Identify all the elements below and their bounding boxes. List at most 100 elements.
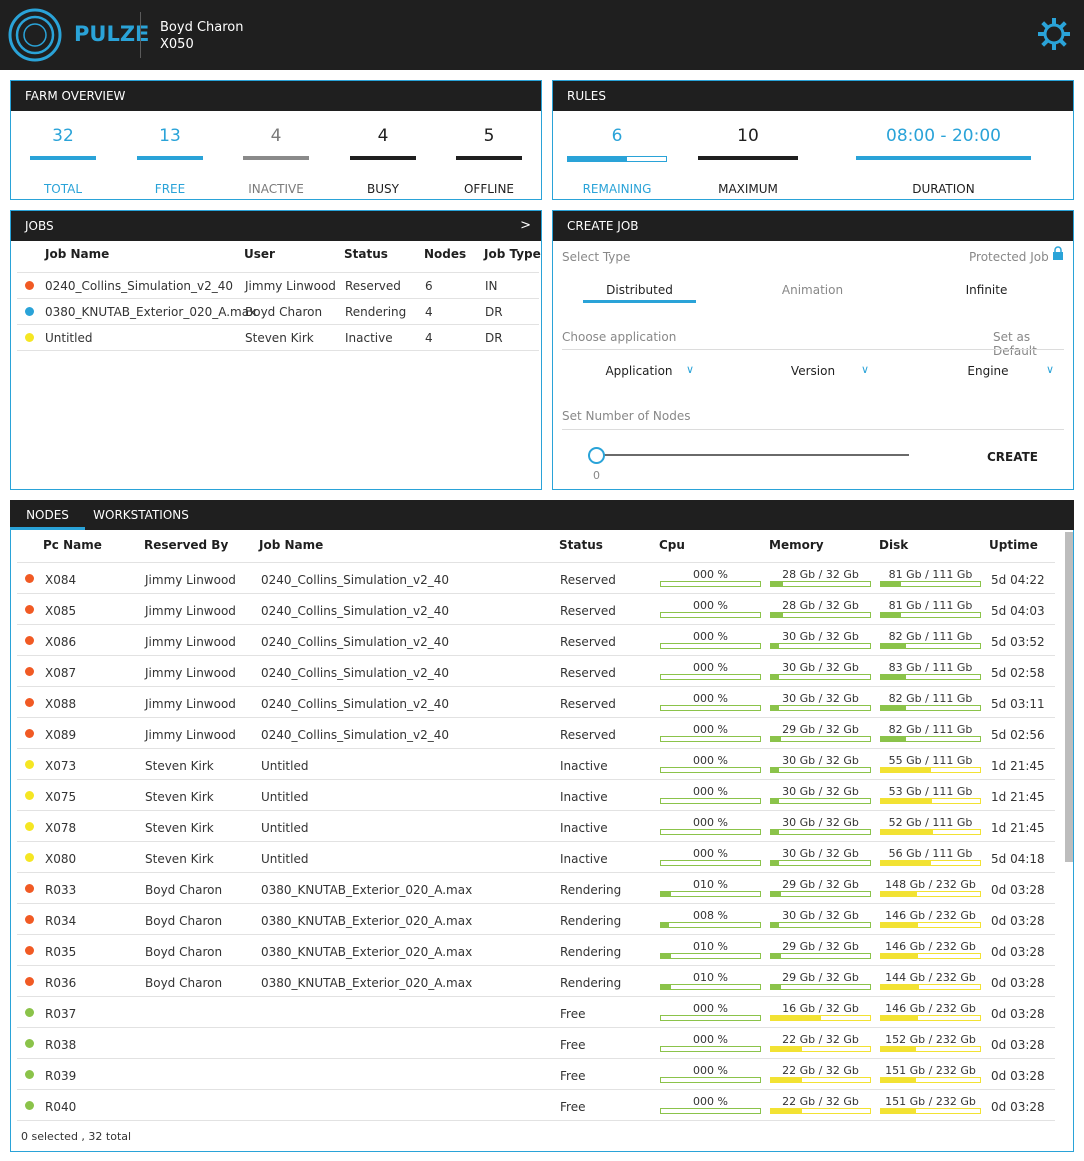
chevron-down-icon[interactable]: ∨ bbox=[861, 363, 869, 376]
node-row[interactable]: R040 Free 0d 03:28 000 % 22 Gb / 32 Gb 151 Gb… bbox=[17, 1090, 1055, 1121]
create-job-title: CREATE JOB bbox=[553, 211, 1073, 241]
node-disk-fill bbox=[881, 613, 901, 617]
node-row[interactable]: X087 Jimmy Linwood 0240_Collins_Simulation… bbox=[17, 656, 1055, 687]
stat-inactive[interactable]: 4 INACTIVE bbox=[243, 126, 309, 196]
jobs-col-status[interactable]: Status bbox=[344, 247, 388, 261]
nodes-col-job-name[interactable]: Job Name bbox=[259, 538, 323, 552]
node-disk-meter: 81 Gb / 111 Gb bbox=[880, 599, 981, 618]
node-row[interactable]: R039 Free 0d 03:28 000 % 22 Gb / 32 Gb 151 Gb… bbox=[17, 1059, 1055, 1090]
version-select[interactable]: Version bbox=[778, 364, 848, 378]
node-row[interactable]: R035 Boyd Charon 0380_KNUTAB_Exterior_020_… bbox=[17, 935, 1055, 966]
node-row[interactable]: R033 Boyd Charon 0380_KNUTAB_Exterior_020_… bbox=[17, 873, 1055, 904]
chevron-down-icon[interactable]: ∨ bbox=[686, 363, 694, 376]
tab-workstations[interactable]: WORKSTATIONS bbox=[85, 500, 197, 530]
stat-free[interactable]: 13 FREE bbox=[137, 126, 203, 196]
node-row[interactable]: X085 Jimmy Linwood 0240_Collins_Simulation… bbox=[17, 594, 1055, 625]
node-cpu-value: 000 % bbox=[693, 568, 728, 581]
node-row[interactable]: X086 Jimmy Linwood 0240_Collins_Simulation… bbox=[17, 625, 1055, 656]
node-row[interactable]: R036 Boyd Charon 0380_KNUTAB_Exterior_020_… bbox=[17, 966, 1055, 997]
nodes-slider-track[interactable] bbox=[597, 454, 909, 456]
node-row[interactable]: X078 Steven Kirk Untitled Inactive 1d 21:45 0… bbox=[17, 811, 1055, 842]
jobs-col-type[interactable]: Job Type bbox=[484, 247, 541, 261]
node-mem-value: 22 Gb / 32 Gb bbox=[782, 1064, 859, 1077]
node-disk-meter: 144 Gb / 232 Gb bbox=[880, 971, 981, 990]
job-row[interactable]: 0380_KNUTAB_Exterior_020_A.max Boyd Charo… bbox=[17, 299, 539, 325]
node-row[interactable]: X084 Jimmy Linwood 0240_Collins_Simulation… bbox=[17, 563, 1055, 594]
select-type-label: Select Type bbox=[562, 250, 631, 264]
jobs-col-nodes[interactable]: Nodes bbox=[424, 247, 466, 261]
jobs-col-name[interactable]: Job Name bbox=[45, 247, 109, 261]
node-cpu-track bbox=[660, 891, 761, 897]
node-cell-job: 0240_Collins_Simulation_v2_40 bbox=[261, 728, 450, 742]
nodes-col-status[interactable]: Status bbox=[559, 538, 603, 552]
job-row[interactable]: 0240_Collins_Simulation_v2_40 Jimmy Linwo… bbox=[17, 273, 539, 299]
nodes-scrollbar[interactable] bbox=[1065, 532, 1073, 862]
node-disk-fill bbox=[881, 954, 918, 958]
node-disk-fill bbox=[881, 1109, 916, 1113]
node-cpu-value: 000 % bbox=[693, 692, 728, 705]
jobs-expand-button[interactable]: > bbox=[520, 211, 531, 241]
job-row[interactable]: Untitled Steven Kirk Inactive 4 DR bbox=[17, 325, 539, 351]
node-mem-track bbox=[770, 860, 871, 866]
nodes-col-reserved-by[interactable]: Reserved By bbox=[144, 538, 228, 552]
nodes-col-uptime[interactable]: Uptime bbox=[989, 538, 1038, 552]
node-cpu-fill bbox=[661, 954, 671, 958]
settings-gear-icon[interactable] bbox=[1037, 17, 1071, 51]
node-mem-value: 29 Gb / 32 Gb bbox=[782, 971, 859, 984]
node-disk-track bbox=[880, 1108, 981, 1114]
node-mem-value: 28 Gb / 32 Gb bbox=[782, 568, 859, 581]
nodes-col-pc-name[interactable]: Pc Name bbox=[43, 538, 102, 552]
rule-duration-bar bbox=[856, 156, 1031, 160]
stat-total[interactable]: 32 TOTAL bbox=[30, 126, 96, 196]
status-dot-icon bbox=[25, 1039, 34, 1048]
node-cell-uptime: 0d 03:28 bbox=[991, 976, 1045, 990]
node-cpu-value: 000 % bbox=[693, 1064, 728, 1077]
node-row[interactable]: X080 Steven Kirk Untitled Inactive 5d 04:18 0… bbox=[17, 842, 1055, 873]
type-infinite-tab[interactable]: Infinite bbox=[930, 283, 1043, 297]
node-disk-meter: 56 Gb / 111 Gb bbox=[880, 847, 981, 866]
chevron-down-icon[interactable]: ∨ bbox=[1046, 363, 1054, 376]
node-cell-status: Inactive bbox=[560, 821, 608, 835]
node-row[interactable]: X089 Jimmy Linwood 0240_Collins_Simulation… bbox=[17, 718, 1055, 749]
nodes-col-disk[interactable]: Disk bbox=[879, 538, 908, 552]
type-animation-tab[interactable]: Animation bbox=[756, 283, 869, 297]
node-disk-value: 152 Gb / 232 Gb bbox=[885, 1033, 976, 1046]
stat-offline[interactable]: 5 OFFLINE bbox=[456, 126, 522, 196]
engine-select[interactable]: Engine bbox=[956, 364, 1020, 378]
create-button[interactable]: CREATE bbox=[987, 450, 1038, 464]
node-row[interactable]: X088 Jimmy Linwood 0240_Collins_Simulation… bbox=[17, 687, 1055, 718]
node-row[interactable]: R037 Free 0d 03:28 000 % 16 Gb / 32 Gb 146 Gb… bbox=[17, 997, 1055, 1028]
nodes-col-cpu[interactable]: Cpu bbox=[659, 538, 685, 552]
node-mem-value: 30 Gb / 32 Gb bbox=[782, 847, 859, 860]
status-dot-icon bbox=[25, 729, 34, 738]
node-cell-by: Jimmy Linwood bbox=[145, 604, 236, 618]
job-cell-name: 0380_KNUTAB_Exterior_020_A.max bbox=[45, 305, 257, 319]
application-select[interactable]: Application bbox=[597, 364, 681, 378]
status-dot-icon bbox=[25, 281, 34, 290]
node-mem-meter: 16 Gb / 32 Gb bbox=[770, 1002, 871, 1021]
stat-busy[interactable]: 4 BUSY bbox=[350, 126, 416, 196]
node-cell-status: Rendering bbox=[560, 883, 622, 897]
type-distributed-tab[interactable]: Distributed bbox=[583, 283, 696, 303]
status-dot-icon bbox=[25, 760, 34, 769]
jobs-panel: JOBS > Job Name User Status Nodes Job Ty… bbox=[10, 210, 542, 490]
lock-icon[interactable] bbox=[1052, 246, 1064, 260]
nodes-slider-handle[interactable] bbox=[588, 447, 605, 464]
node-mem-track bbox=[770, 984, 871, 990]
node-row[interactable]: X073 Steven Kirk Untitled Inactive 1d 21:45 0… bbox=[17, 749, 1055, 780]
pulze-logo-icon[interactable] bbox=[8, 8, 62, 62]
tab-nodes[interactable]: NODES bbox=[10, 500, 85, 530]
node-cell-uptime: 0d 03:28 bbox=[991, 1038, 1045, 1052]
node-cell-by: Steven Kirk bbox=[145, 759, 214, 773]
node-mem-track bbox=[770, 612, 871, 618]
jobs-col-user[interactable]: User bbox=[244, 247, 275, 261]
status-dot-icon bbox=[25, 667, 34, 676]
nodes-col-memory[interactable]: Memory bbox=[769, 538, 824, 552]
node-cpu-value: 000 % bbox=[693, 1095, 728, 1108]
selection-summary: 0 selected , 32 total bbox=[21, 1130, 132, 1143]
node-cell-status: Free bbox=[560, 1038, 586, 1052]
node-row[interactable]: R038 Free 0d 03:28 000 % 22 Gb / 32 Gb 152 Gb… bbox=[17, 1028, 1055, 1059]
node-row[interactable]: X075 Steven Kirk Untitled Inactive 1d 21:45 0… bbox=[17, 780, 1055, 811]
set-as-default-link[interactable]: Set as Default bbox=[993, 330, 1073, 358]
node-row[interactable]: R034 Boyd Charon 0380_KNUTAB_Exterior_020_… bbox=[17, 904, 1055, 935]
